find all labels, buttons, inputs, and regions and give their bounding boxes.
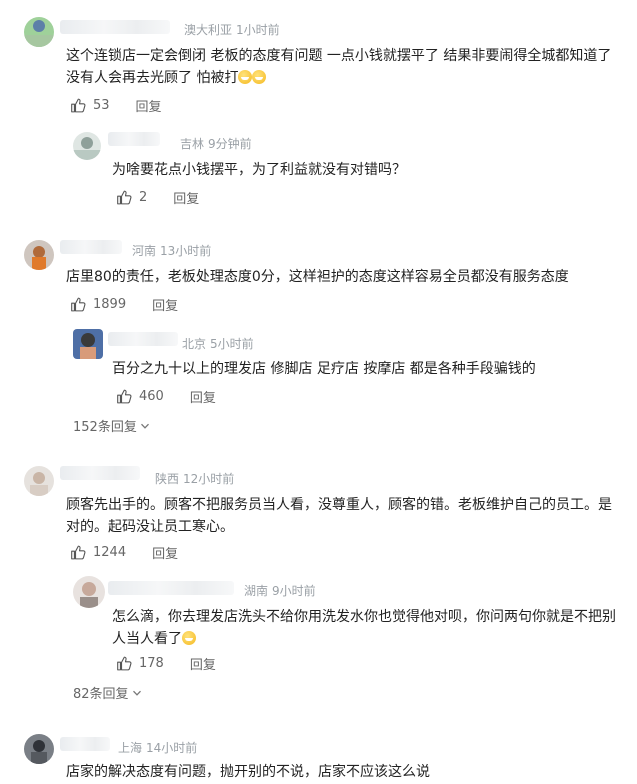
thumbs-up-icon (116, 655, 133, 672)
comment-text-line: 怎么滴，你去理发店洗头不给你用洗发水你也觉得他对呗，你问两句你就是不把别 (112, 609, 616, 625)
reply-button[interactable]: 回复 (136, 96, 162, 115)
username-blurred (60, 20, 170, 34)
username-blurred (60, 240, 122, 254)
timestamp: 14小时前 (146, 741, 198, 755)
comment-text: 店里80的责任，老板处理态度0分，这样袒护的态度这样容易全员都没有服务态度 (66, 269, 569, 285)
avatar[interactable] (73, 576, 105, 608)
region-label: 吉林 (180, 137, 205, 151)
thumbs-up-icon (116, 189, 133, 206)
grin-emoji-icon (238, 70, 253, 84)
comment-actions: 1244 回复 (70, 542, 178, 562)
more-replies-link[interactable]: 82条回复 (73, 683, 142, 702)
timestamp: 9小时前 (272, 584, 316, 598)
reply-button[interactable]: 回复 (190, 654, 216, 673)
like-button[interactable]: 460 (116, 388, 164, 405)
like-button[interactable]: 2 (116, 189, 147, 206)
comment-meta: 澳大利亚 1小时前 (184, 21, 280, 38)
comment-meta: 河南 13小时前 (132, 242, 211, 259)
comment-text-line: 这个连锁店一定会倒闭 老板的态度有问题 一点小钱就摆平了 结果非要闹得全城都知道… (66, 48, 612, 64)
region-label: 北京 (182, 337, 207, 351)
reply-button[interactable]: 回复 (190, 387, 216, 406)
comment-meta: 湖南 9小时前 (244, 582, 316, 599)
comment-text: 为啥要花点小钱摆平，为了利益就没有对错吗？ (112, 162, 406, 178)
comment-meta: 陕西 12小时前 (155, 470, 234, 487)
comment-meta: 北京 5小时前 (182, 335, 254, 352)
comment-text: 店家的解决态度有问题，抛开别的不说，店家不应该这么说 (66, 764, 430, 780)
username-blurred (108, 132, 160, 146)
avatar[interactable] (24, 466, 54, 496)
comment-actions: 2 回复 (116, 187, 199, 207)
comment-text: 百分之九十以上的理发店 修脚店 足疗店 按摩店 都是各种手段骗钱的 (112, 361, 536, 377)
timestamp: 12小时前 (183, 472, 235, 486)
comment-text: 顾客先出手的。顾客不把服务员当人看，没尊重人，顾客的错。老板维护自己的员工。是 … (66, 494, 626, 538)
comment-meta: 吉林 9分钟前 (180, 135, 252, 152)
like-count: 2 (139, 189, 148, 205)
thumbs-up-icon (70, 97, 87, 114)
timestamp: 13小时前 (160, 244, 212, 258)
reply-button[interactable]: 回复 (152, 543, 178, 562)
avatar[interactable] (24, 240, 54, 270)
like-count: 460 (139, 388, 164, 404)
grin-emoji-icon (252, 70, 267, 84)
like-button[interactable]: 178 (116, 655, 164, 672)
comment-text-line: 没有人会再去光顾了 怕被打 (66, 70, 239, 86)
more-replies-label: 82条回复 (73, 687, 129, 702)
timestamp: 5小时前 (210, 337, 254, 351)
region-label: 湖南 (244, 584, 269, 598)
region-label: 河南 (132, 244, 157, 258)
like-count: 178 (139, 655, 164, 671)
region-label: 上海 (118, 741, 143, 755)
like-count: 1244 (93, 544, 127, 560)
comment-text: 这个连锁店一定会倒闭 老板的态度有问题 一点小钱就摆平了 结果非要闹得全城都知道… (66, 45, 626, 89)
username-blurred (108, 581, 234, 595)
region-label: 陕西 (155, 472, 180, 486)
like-button[interactable]: 1244 (70, 544, 126, 561)
username-blurred (60, 466, 140, 480)
chevron-down-icon (132, 688, 142, 698)
comment-actions: 1899 回复 (70, 294, 178, 314)
reply-button[interactable]: 回复 (152, 295, 178, 314)
avatar[interactable] (73, 132, 101, 160)
comment-actions: 178 回复 (116, 653, 216, 673)
timestamp: 9分钟前 (208, 137, 252, 151)
comment-text: 怎么滴，你去理发店洗头不给你用洗发水你也觉得他对呗，你问两句你就是不把别 人当人… (112, 606, 627, 650)
like-button[interactable]: 53 (70, 97, 110, 114)
comment-actions: 460 回复 (116, 386, 216, 406)
thumbs-up-icon (70, 296, 87, 313)
more-replies-link[interactable]: 152条回复 (73, 416, 150, 435)
comment-meta: 上海 14小时前 (118, 739, 197, 756)
like-button[interactable]: 1899 (70, 296, 126, 313)
avatar[interactable] (73, 329, 103, 359)
thumbs-up-icon (116, 388, 133, 405)
chevron-down-icon (140, 421, 150, 431)
username-blurred (108, 332, 178, 346)
timestamp: 1小时前 (236, 23, 280, 37)
comment-text-line: 人当人看了 (112, 631, 182, 647)
avatar[interactable] (24, 734, 54, 764)
like-count: 1899 (93, 296, 127, 312)
comment-text-line: 顾客先出手的。顾客不把服务员当人看，没尊重人，顾客的错。老板维护自己的员工。是 (66, 497, 612, 513)
region-label: 澳大利亚 (184, 23, 233, 37)
thumbs-up-icon (70, 544, 87, 561)
like-count: 53 (93, 97, 110, 113)
reply-button[interactable]: 回复 (173, 188, 199, 207)
comment-text-line: 对的。起码没让员工寒心。 (66, 519, 234, 535)
username-blurred (60, 737, 110, 751)
more-replies-label: 152条回复 (73, 420, 137, 435)
grin-emoji-icon (182, 631, 196, 645)
comment-actions: 53 回复 (70, 95, 162, 115)
avatar[interactable] (24, 17, 54, 47)
